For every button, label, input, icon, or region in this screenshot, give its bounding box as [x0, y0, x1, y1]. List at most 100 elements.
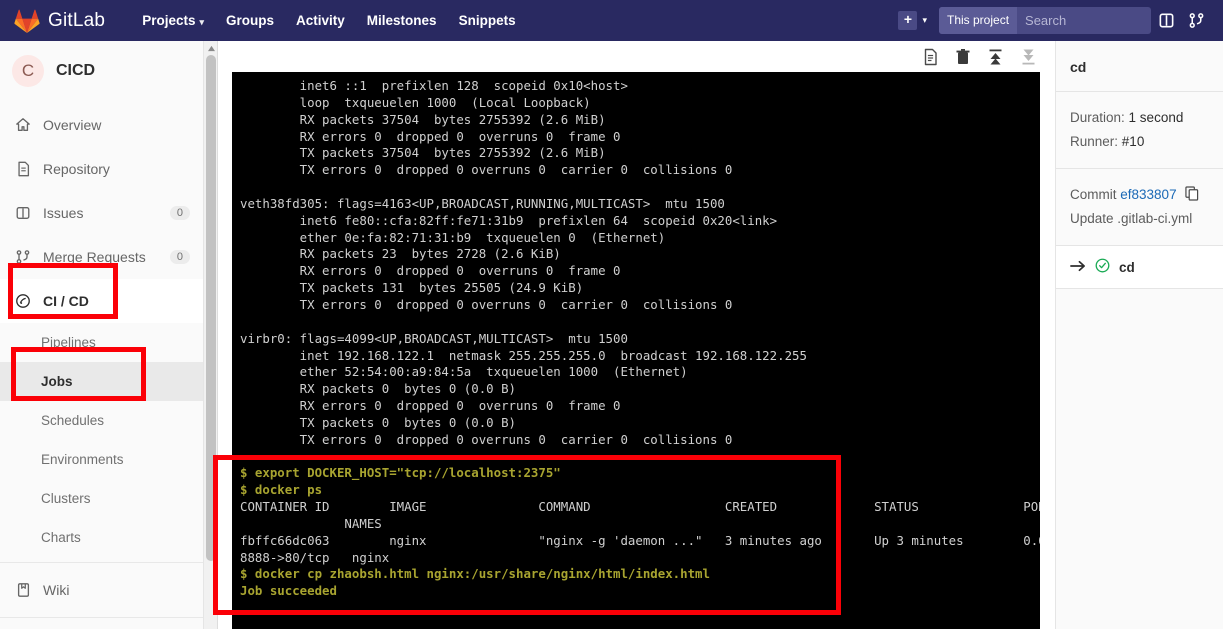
job-log-terminal[interactable]: inet6 ::1 prefixlen 128 scopeid 0x10<hos… [232, 72, 1040, 629]
terminal-line: TX packets 0 bytes 0 (0.0 B) [240, 414, 517, 430]
terminal-line: 8888->80/tcp nginx [240, 549, 390, 565]
job-meta: Duration: 1 second Runner: #10 [1056, 92, 1223, 168]
nav-link-projects-label: Projects [142, 13, 196, 28]
sidebar-subitem-charts[interactable]: Charts [0, 518, 203, 557]
sidebar-item-overview[interactable]: Overview [0, 103, 203, 147]
nav-link-activity[interactable]: Activity [285, 0, 356, 41]
gitlab-brand[interactable]: GitLab [0, 0, 115, 41]
sidebar-subitem-clusters[interactable]: Clusters [0, 479, 203, 518]
terminal-line: TX errors 0 dropped 0 overruns 0 carrier… [240, 431, 733, 447]
terminal-line: inet6 ::1 prefixlen 128 scopeid 0x10<hos… [240, 78, 628, 93]
job-duration-value: 1 second [1128, 110, 1184, 125]
scroll-up-arrow-icon[interactable] [205, 42, 217, 54]
sidebar-item-ci-cd-label: CI / CD [43, 293, 89, 309]
job-runner-row: Runner: #10 [1070, 130, 1209, 154]
rocket-icon [13, 293, 33, 309]
job-runner-value: #10 [1121, 134, 1145, 149]
search-scope-label[interactable]: This project [939, 7, 1018, 34]
sidebar-item-overview-label: Overview [43, 117, 102, 133]
job-sidebar: cd Duration: 1 second Runner: #10 Commit… [1055, 41, 1223, 629]
terminal-line: Job succeeded [240, 583, 337, 599]
scroll-top-icon[interactable] [987, 48, 1004, 66]
sidebar-scrollbar[interactable] [204, 41, 218, 629]
merge-requests-count-badge: 0 [169, 250, 190, 264]
sidebar-subitem-jobs[interactable]: Jobs [0, 362, 203, 401]
issues-icon[interactable] [1151, 0, 1181, 41]
terminal-line: inet 192.168.122.1 netmask 255.255.255.0… [240, 347, 807, 363]
commit-label: Commit [1070, 187, 1117, 202]
sidebar-item-ci-cd[interactable]: CI / CD [0, 279, 203, 323]
chevron-down-icon: ▾ [199, 17, 204, 27]
commit-sha-link[interactable]: ef833807 [1120, 187, 1176, 202]
top-navbar: GitLab Projects ▾ Groups Activity Milesto… [0, 0, 1223, 41]
terminal-line: inet6 fe80::cfa:82ff:fe71:31b9 prefixlen… [240, 212, 778, 228]
nav-link-milestones[interactable]: Milestones [356, 0, 448, 41]
book-icon [13, 582, 33, 598]
terminal-line: RX errors 0 dropped 0 overruns 0 frame 0 [240, 128, 621, 144]
gitlab-logo-icon [14, 9, 40, 33]
project-header[interactable]: C CICD [0, 41, 203, 103]
plus-icon: + [898, 11, 918, 30]
sidebar-item-repository[interactable]: Repository [0, 147, 203, 191]
project-avatar: C [12, 55, 44, 87]
terminal-line: $ docker cp zhaobsh.html nginx:/usr/shar… [240, 566, 710, 582]
job-duration-row: Duration: 1 second [1070, 106, 1209, 130]
terminal-line: TX errors 0 dropped 0 overruns 0 carrier… [240, 162, 733, 178]
sidebar-subitem-environments[interactable]: Environments [0, 440, 203, 479]
job-log-area: inet6 ::1 prefixlen 128 scopeid 0x10<hos… [219, 41, 1051, 629]
terminal-line: RX errors 0 dropped 0 overruns 0 frame 0 [240, 398, 621, 414]
sidebar-item-issues-label: Issues [43, 205, 84, 221]
terminal-line: veth38fd305: flags=4163<UP,BROADCAST,RUN… [240, 195, 725, 211]
terminal-line: RX packets 0 bytes 0 (0.0 B) [240, 381, 517, 397]
related-job-row[interactable]: cd [1056, 245, 1223, 289]
terminal-line: RX packets 37504 bytes 2755392 (2.6 MiB) [240, 111, 606, 127]
navbar-links: Projects ▾ Groups Activity Milestones Sni… [131, 0, 526, 41]
sidebar-divider-2 [0, 617, 203, 618]
new-item-button[interactable]: + ▾ [898, 11, 927, 30]
terminal-line: NAMES [240, 515, 382, 531]
sidebar-item-issues[interactable]: Issues 0 [0, 191, 203, 235]
status-success-icon [1095, 258, 1110, 276]
sidebar-scrollbar-thumb[interactable] [206, 55, 216, 561]
nav-link-projects[interactable]: Projects ▾ [131, 0, 215, 41]
collapse-sidebar-button[interactable]: Collapse sidebar [0, 623, 203, 629]
nav-link-groups[interactable]: Groups [215, 0, 285, 41]
terminal-line: $ export DOCKER_HOST="tcp://localhost:23… [240, 465, 561, 481]
merge-requests-icon[interactable] [1181, 0, 1211, 41]
raw-log-icon[interactable] [922, 48, 939, 66]
copy-icon[interactable] [1185, 186, 1199, 201]
terminal-line: RX errors 0 dropped 0 overruns 0 frame 0 [240, 263, 621, 279]
brand-name: GitLab [48, 9, 106, 31]
terminal-line: ether 52:54:00:a9:84:5a txqueuelen 1000 … [240, 364, 688, 380]
terminal-line: TX packets 37504 bytes 2755392 (2.6 MiB) [240, 145, 606, 161]
commit-row: Commit ef833807 [1070, 183, 1209, 207]
search-box: This project [939, 7, 1151, 34]
terminal-line: CONTAINER ID IMAGE COMMAND CREATED STATU… [240, 499, 1040, 515]
job-log-toolbar [219, 41, 1051, 72]
job-duration-label: Duration: [1070, 110, 1125, 125]
commit-message: Update .gitlab-ci.yml [1070, 211, 1193, 226]
merge-requests-icon [13, 249, 33, 265]
sidebar-item-merge-requests[interactable]: Merge Requests 0 [0, 235, 203, 279]
sidebar-item-wiki[interactable]: Wiki [0, 568, 203, 612]
sidebar-subitem-schedules[interactable]: Schedules [0, 401, 203, 440]
terminal-line: TX packets 131 bytes 25505 (24.9 KiB) [240, 280, 584, 296]
trash-icon[interactable] [955, 48, 971, 66]
scroll-bottom-icon[interactable] [1020, 48, 1037, 66]
gitlab-job-page: GitLab Projects ▾ Groups Activity Milesto… [0, 0, 1223, 629]
sidebar-subitem-pipelines[interactable]: Pipelines [0, 323, 203, 362]
terminal-line: fbffc66dc063 nginx "nginx -g 'daemon ...… [240, 532, 1040, 548]
terminal-line: virbr0: flags=4099<UP,BROADCAST,MULTICAS… [240, 330, 628, 346]
terminal-line: $ docker ps [240, 482, 323, 498]
sidebar-item-repository-label: Repository [43, 161, 110, 177]
sidebar-item-wiki-label: Wiki [43, 582, 70, 598]
arrow-right-icon [1070, 260, 1086, 275]
job-title: cd [1070, 59, 1087, 75]
related-job-name: cd [1119, 259, 1135, 275]
commit-info: Commit ef833807 Update .gitlab-ci.yml [1056, 169, 1223, 245]
nav-link-snippets[interactable]: Snippets [448, 0, 527, 41]
issues-icon [13, 205, 33, 221]
search-input[interactable] [1017, 7, 1151, 34]
